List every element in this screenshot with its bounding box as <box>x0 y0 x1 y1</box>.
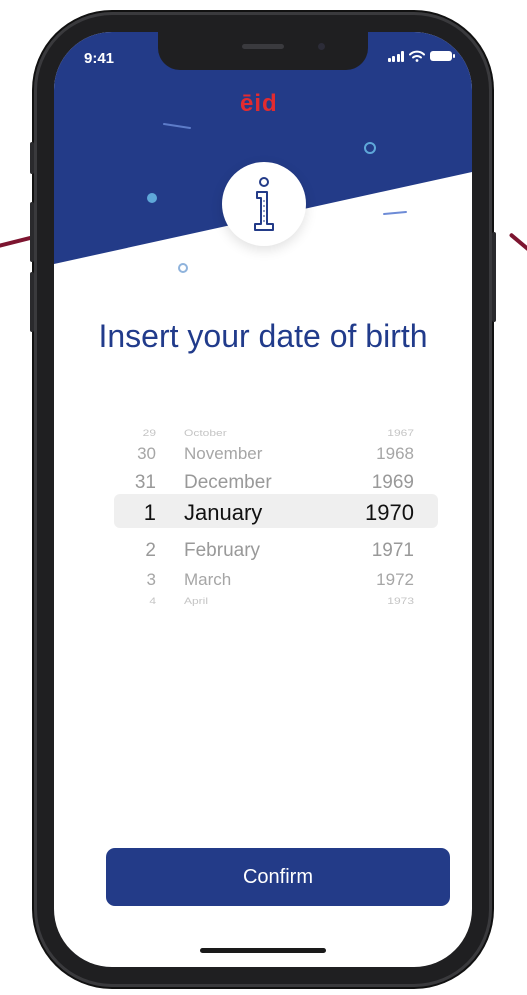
wifi-icon <box>409 50 425 62</box>
volume-up-button <box>30 202 34 262</box>
picker-row[interactable]: 2 February 1971 <box>94 540 434 570</box>
picker-day: 29 <box>142 427 156 439</box>
picker-year: 1969 <box>371 472 414 493</box>
picker-day: 31 <box>134 472 156 493</box>
picker-year: 1971 <box>371 540 414 561</box>
status-icons <box>387 50 455 62</box>
picker-day: 3 <box>146 570 156 589</box>
signal-icon <box>387 50 404 62</box>
battery-icon <box>430 51 455 61</box>
picker-month: October <box>184 427 227 439</box>
picker-year: 1972 <box>376 570 414 589</box>
picker-row[interactable]: 30 November 1968 <box>94 444 434 474</box>
phone-frame: 9:41 ēid Insert your date of birth 29 Oc… <box>30 12 496 987</box>
picker-row-selected[interactable]: 1 January 1970 <box>94 500 434 530</box>
eid-logo: ēid <box>240 90 278 117</box>
cable-right <box>508 232 527 255</box>
picker-year: 1973 <box>387 595 414 607</box>
power-button <box>492 232 496 322</box>
picker-month: February <box>184 540 261 561</box>
camera <box>318 43 325 50</box>
page-title: Insert your date of birth <box>98 318 428 354</box>
picker-year-selected: 1970 <box>365 500 414 525</box>
speaker <box>242 44 284 49</box>
picker-year: 1968 <box>376 444 414 463</box>
home-indicator[interactable] <box>200 948 326 953</box>
info-badge <box>222 162 306 246</box>
picker-row[interactable]: 4 April 1973 <box>94 595 434 619</box>
picker-month: April <box>184 595 209 607</box>
notch <box>158 32 368 70</box>
picker-row[interactable]: 31 December 1969 <box>94 472 434 502</box>
picker-day: 4 <box>149 595 156 607</box>
picker-year: 1967 <box>387 427 414 439</box>
info-icon <box>254 177 274 231</box>
picker-month-selected: January <box>184 500 263 525</box>
status-time: 9:41 <box>84 50 115 67</box>
picker-month: March <box>184 570 232 589</box>
volume-down-button <box>30 272 34 332</box>
picker-day: 2 <box>145 540 156 561</box>
picker-month: November <box>184 444 263 463</box>
date-picker[interactable]: 29 October 1967 30 November 1968 31 Dece… <box>94 404 438 614</box>
mute-switch <box>30 142 34 174</box>
screen: 9:41 ēid Insert your date of birth 29 Oc… <box>54 32 472 967</box>
picker-day: 30 <box>137 444 156 463</box>
picker-day-selected: 1 <box>143 500 156 525</box>
confirm-button[interactable]: Confirm <box>106 848 450 906</box>
picker-month: December <box>184 472 272 493</box>
